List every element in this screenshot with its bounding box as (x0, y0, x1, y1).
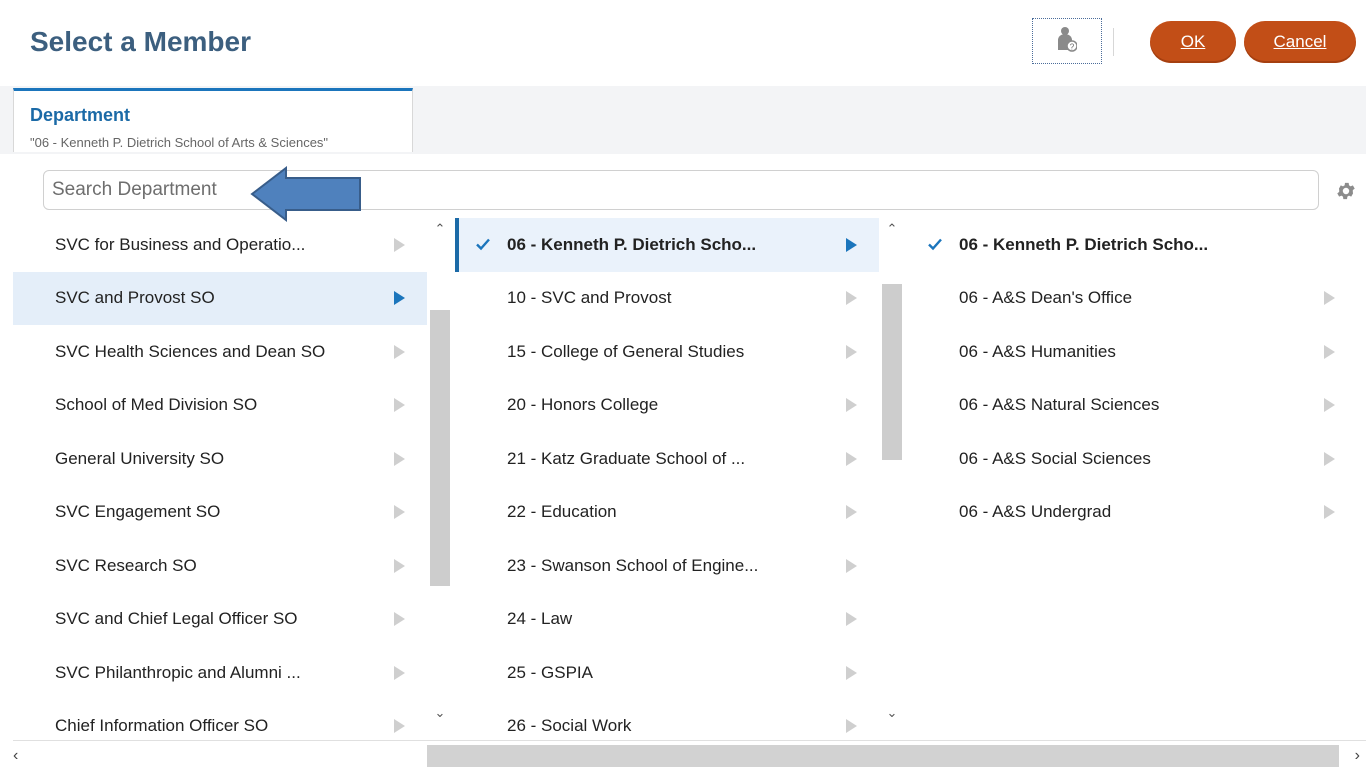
checkmark-icon (927, 236, 943, 257)
chevron-right-icon[interactable] (846, 719, 857, 734)
chevron-right-icon[interactable] (394, 291, 405, 306)
list-item[interactable]: 10 - SVC and Provost (455, 272, 879, 326)
list-item[interactable]: 06 - A&S Humanities (907, 325, 1357, 379)
user-help-icon: ? (1057, 26, 1078, 57)
list-item[interactable]: SVC and Provost SO (13, 271, 427, 325)
list-item[interactable]: 06 - A&S Dean's Office (907, 272, 1357, 326)
list-item[interactable]: 06 - Kenneth P. Dietrich Scho... (455, 218, 879, 272)
list-item[interactable]: SVC for Business and Operatio... (13, 218, 427, 272)
list-item[interactable]: 06 - A&S Natural Sciences (907, 379, 1357, 433)
list-item[interactable]: 20 - Honors College (455, 379, 879, 433)
chevron-right-icon[interactable] (394, 612, 405, 627)
list-item[interactable]: 23 - Swanson School of Engine... (455, 539, 879, 593)
list-item[interactable]: 25 - GSPIA (455, 646, 879, 700)
chevron-right-icon[interactable] (394, 665, 405, 680)
chevron-right-icon[interactable] (846, 612, 857, 627)
list-item[interactable]: 06 - A&S Undergrad (907, 486, 1357, 540)
chevron-right-icon[interactable] (1324, 505, 1335, 520)
list-item[interactable]: Chief Information Officer SO (13, 700, 427, 741)
chevron-right-icon[interactable] (846, 505, 857, 520)
chevron-right-icon[interactable] (846, 665, 857, 680)
list-item[interactable]: School of Med Division SO (13, 379, 427, 433)
chevron-right-icon[interactable] (394, 398, 405, 413)
gear-icon[interactable] (1331, 176, 1361, 206)
list-item[interactable]: SVC Research SO (13, 539, 427, 593)
scroll-up-icon[interactable]: ⌃ (433, 222, 447, 236)
chevron-right-icon[interactable] (846, 451, 857, 466)
hierarchy-column-3: 06 - Kenneth P. Dietrich Scho... 06 - A&… (907, 218, 1357, 740)
help-button[interactable]: ? (1032, 18, 1102, 64)
chevron-right-icon[interactable] (394, 237, 405, 252)
scrollbar-thumb[interactable] (882, 284, 902, 460)
chevron-right-icon[interactable] (1324, 398, 1335, 413)
list-item[interactable]: SVC Health Sciences and Dean SO (13, 325, 427, 379)
scrollbar-thumb[interactable] (430, 310, 450, 586)
column-2-scrollbar[interactable]: ⌃ ⌄ (881, 218, 903, 728)
chevron-right-icon[interactable] (1324, 451, 1335, 466)
chevron-right-icon[interactable] (394, 719, 405, 734)
header-separator (1113, 28, 1114, 56)
list-item[interactable]: 15 - College of General Studies (455, 325, 879, 379)
scroll-right-icon[interactable]: › (1355, 747, 1360, 765)
scroll-up-icon[interactable]: ⌃ (885, 222, 899, 236)
dialog-header: Select a Member ? OK Cancel (0, 0, 1366, 87)
chevron-right-icon[interactable] (394, 558, 405, 573)
callout-arrow (250, 166, 361, 222)
chevron-right-icon[interactable] (394, 344, 405, 359)
list-item[interactable]: SVC Engagement SO (13, 486, 427, 540)
list-item[interactable]: SVC Philanthropic and Alumni ... (13, 646, 427, 700)
hierarchy-column-1: SVC for Business and Operatio... SVC and… (13, 218, 427, 740)
hierarchy-column-2: 06 - Kenneth P. Dietrich Scho... 10 - SV… (455, 218, 879, 740)
chevron-right-icon[interactable] (846, 344, 857, 359)
list-item[interactable]: 26 - Social Work (455, 700, 879, 741)
scroll-down-icon[interactable]: ⌄ (433, 706, 447, 720)
dialog-title: Select a Member (30, 26, 251, 57)
tab-selected-value: "06 - Kenneth P. Dietrich School of Arts… (30, 135, 329, 150)
list-item[interactable]: SVC and Chief Legal Officer SO (13, 593, 427, 647)
tab-title: Department (30, 105, 131, 125)
chevron-right-icon[interactable] (1324, 291, 1335, 306)
checkmark-icon (475, 236, 491, 257)
scrollbar-thumb[interactable] (427, 745, 1339, 767)
list-item[interactable]: 21 - Katz Graduate School of ... (455, 432, 879, 486)
list-item[interactable]: 22 - Education (455, 486, 879, 540)
scroll-left-icon[interactable]: ‹ (13, 747, 18, 765)
chevron-right-icon[interactable] (394, 451, 405, 466)
cancel-button[interactable]: Cancel (1244, 21, 1356, 63)
scroll-down-icon[interactable]: ⌄ (885, 706, 899, 720)
ok-button[interactable]: OK (1150, 21, 1236, 63)
list-item[interactable]: 24 - Law (455, 593, 879, 647)
svg-text:?: ? (1070, 42, 1075, 51)
chevron-right-icon[interactable] (846, 237, 857, 252)
chevron-right-icon[interactable] (394, 505, 405, 520)
chevron-right-icon[interactable] (846, 558, 857, 573)
list-item[interactable]: 06 - Kenneth P. Dietrich Scho... (907, 218, 1357, 272)
search-input[interactable] (43, 170, 1319, 210)
chevron-right-icon[interactable] (846, 291, 857, 306)
chevron-right-icon[interactable] (846, 398, 857, 413)
list-item[interactable]: General University SO (13, 432, 427, 486)
chevron-right-icon[interactable] (1324, 344, 1335, 359)
list-item[interactable]: 06 - A&S Social Sciences (907, 432, 1357, 486)
column-1-scrollbar[interactable]: ⌃ ⌄ (429, 218, 451, 728)
tab-department[interactable]: Department "06 - Kenneth P. Dietrich Sch… (13, 88, 413, 152)
horizontal-scrollbar[interactable]: ‹ › (13, 740, 1366, 774)
